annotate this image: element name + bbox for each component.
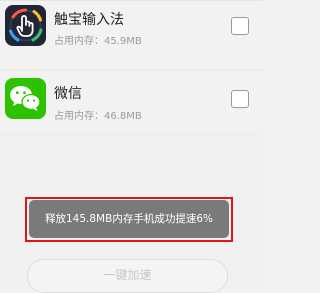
touchpal-keyboard-icon [5, 5, 46, 46]
toast-message: 释放145.8MB内存手机成功提速6% [29, 200, 229, 238]
app-memory: 占用内存：46.8MB [54, 111, 142, 122]
list-item-wechat[interactable]: 微信 占用内存：46.8MB [0, 69, 263, 133]
list-item-touchpal[interactable]: 触宝输入法 占用内存：45.9MB [0, 5, 263, 69]
app-checkbox[interactable] [231, 90, 249, 108]
app-name: 触宝输入法 [54, 12, 124, 28]
one-key-accelerate-button[interactable]: 一键加速 [27, 259, 228, 293]
top-divider [0, 0, 263, 1]
wechat-icon [5, 78, 46, 119]
app-memory: 占用内存：45.9MB [54, 36, 142, 47]
app-checkbox[interactable] [231, 17, 249, 35]
app-name: 微信 [54, 86, 82, 102]
